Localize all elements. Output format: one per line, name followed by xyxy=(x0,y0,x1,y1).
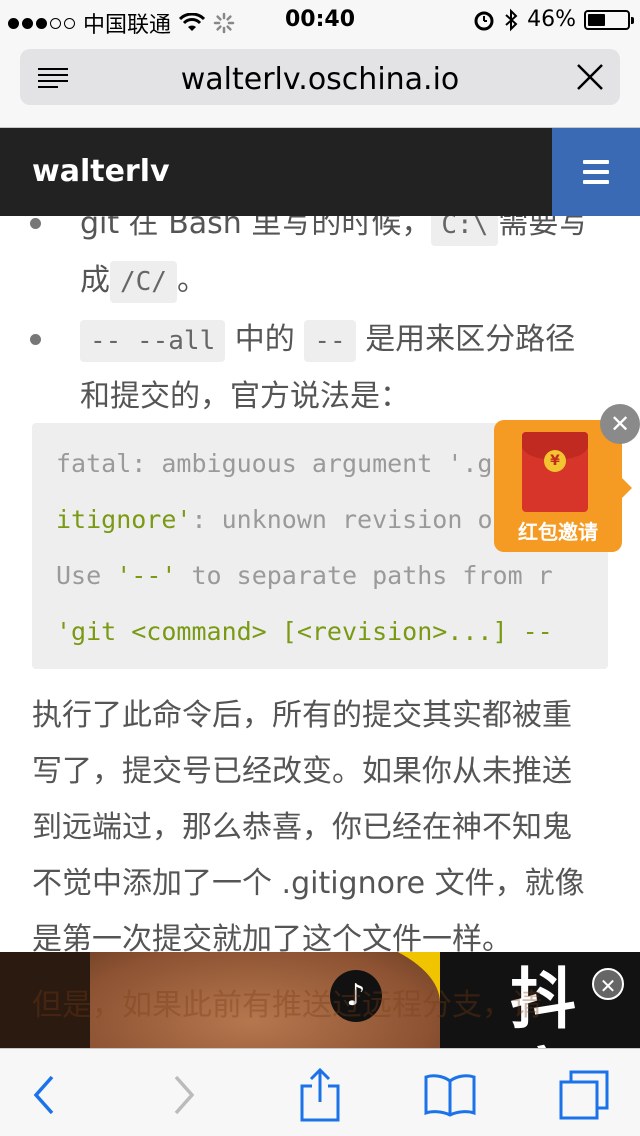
back-button[interactable] xyxy=(14,1067,74,1123)
inline-code: /C/ xyxy=(110,261,177,303)
paragraph-line: 到远端过，那么恭喜，你已经在神不知鬼 xyxy=(32,810,572,845)
url-text[interactable]: walterlv.oschina.io xyxy=(20,62,620,97)
list-item: -- --all 中的 -- 是用来区分路径 和提交的，官方说法是： xyxy=(80,312,610,425)
paragraph: 执行了此命令后，所有的提交其实都被重 写了，提交号已经改变。如果你从未推送 到远… xyxy=(32,688,612,968)
inline-code: -- --all xyxy=(80,320,226,362)
ad-close-button[interactable]: ✕ xyxy=(592,968,624,1000)
battery-percent: 46% xyxy=(527,7,576,32)
code-line: Use '--' to separate paths from r xyxy=(56,561,553,590)
tabs-icon xyxy=(559,1070,609,1120)
chevron-left-icon xyxy=(33,1075,54,1115)
bookmarks-button[interactable] xyxy=(420,1067,480,1123)
close-icon[interactable] xyxy=(576,63,604,91)
site-header: walterlv xyxy=(0,128,640,216)
popup-close-button[interactable]: ✕ xyxy=(600,404,640,444)
code-line: 'git <command> [<revision>...] -- xyxy=(56,617,553,646)
site-title[interactable]: walterlv xyxy=(32,154,170,189)
book-icon xyxy=(424,1074,476,1117)
list-text: 。 xyxy=(176,263,207,298)
list-text: 是用来区分路径 xyxy=(365,322,576,357)
tabs-button[interactable] xyxy=(554,1067,614,1123)
share-button[interactable] xyxy=(290,1067,350,1123)
alarm-icon xyxy=(474,11,494,30)
article-content: git 在 Bash 里写的时候， C:\ 需要写 成/C/。 -- --all 中… xyxy=(0,190,640,1050)
list-text: 和提交的，官方说法是： xyxy=(80,379,410,414)
partially-hidden-line: 但是，如果此前有推送过远程分支，请 xyxy=(32,988,542,1023)
red-envelope-icon: ¥ xyxy=(522,432,588,512)
bullet-icon xyxy=(30,334,41,345)
list-text: 中的 xyxy=(234,322,295,357)
inline-code: -- xyxy=(304,320,356,362)
chevron-right-icon xyxy=(174,1075,195,1115)
paragraph-line: 写了，提交号已经改变。如果你从未推送 xyxy=(32,754,572,789)
red-packet-invite-button[interactable]: ¥ 红包邀请 xyxy=(494,420,632,552)
bullet-icon xyxy=(30,218,41,229)
list-text: 成 xyxy=(80,263,110,298)
paragraph-line: 不觉中添加了一个 .gitignore 文件，就像 xyxy=(32,866,585,901)
share-icon xyxy=(300,1068,340,1122)
status-right: 46% xyxy=(473,7,634,32)
browser-toolbar xyxy=(0,1048,640,1136)
battery-icon xyxy=(584,9,634,30)
hamburger-menu-button[interactable] xyxy=(552,128,640,216)
forward-button[interactable] xyxy=(154,1067,214,1123)
coin-icon: ¥ xyxy=(544,450,566,472)
code-line: fatal: ambiguous argument '.gi xyxy=(56,449,508,478)
address-bar[interactable]: walterlv.oschina.io xyxy=(20,49,620,105)
status-bar: 中国联通 00:40 46% xyxy=(0,0,640,40)
browser-address-area: walterlv.oschina.io xyxy=(0,40,640,128)
code-line: itignore': unknown revision or xyxy=(56,505,508,534)
paragraph-line: 执行了此命令后，所有的提交其实都被重 xyxy=(32,698,572,733)
bluetooth-icon xyxy=(505,8,518,31)
red-packet-label: 红包邀请 xyxy=(518,520,598,544)
